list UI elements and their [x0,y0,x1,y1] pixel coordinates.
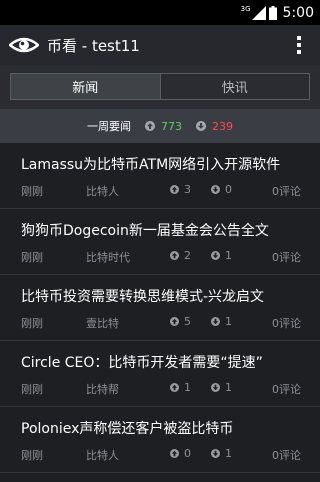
downvote-group[interactable]: 1 [211,315,232,328]
list-item[interactable]: Lamassu为比特币ATM网络引入开源软件 刚刚 比特人 3 0 0评论 [0,143,320,209]
downvote-count: 1 [225,315,232,328]
article-title: Lamassu为比特币ATM网络引入开源软件 [21,157,281,173]
downvote-count: 1 [225,381,232,394]
article-title: 狗狗币Dogecoin新一届基金会公告全文 [21,223,269,239]
arrow-down-circle-icon [211,383,220,392]
signal-icon [251,5,266,20]
list-item[interactable]: 比特币投资需要转换思维模式-兴龙启文 刚刚 壹比特 5 1 0评论 [0,275,320,341]
article-title: Poloniex声称偿还客户被盗比特币 [21,421,234,437]
comment-count[interactable]: 0评论 [272,447,301,463]
comment-count[interactable]: 0评论 [272,183,301,199]
upvote-group[interactable]: 3 [170,183,191,196]
arrow-down-circle-icon [211,449,220,458]
list-item[interactable]: 狗狗币Dogecoin新一届基金会公告全文 刚刚 比特时代 2 1 0评论 [0,209,320,275]
article-meta: 刚刚 比特人 3 0 0评论 [21,183,301,199]
arrow-up-circle-icon [170,449,179,458]
weekly-up-count: 773 [161,119,182,133]
comment-count[interactable]: 0评论 [272,249,301,265]
app-title: 币看 - test11 [47,36,140,55]
upvote-count: 0 [184,447,191,460]
eye-logo-icon[interactable] [9,34,39,56]
article-time: 刚刚 [21,383,43,396]
article-meta: 刚刚 比特帮 1 1 0评论 [21,381,301,397]
arrow-down-circle-icon [211,185,220,194]
weekly-summary-bar[interactable]: 一周要闻 773 239 [0,109,320,143]
downvote-count: 1 [225,447,232,460]
news-list: Lamassu为比特币ATM网络引入开源软件 刚刚 比特人 3 0 0评论 狗狗… [0,143,320,473]
upvote-group[interactable]: 5 [170,315,191,328]
tab-flash[interactable]: 快讯 [161,74,310,99]
downvote-group[interactable]: 1 [211,381,232,394]
comment-count[interactable]: 0评论 [272,381,301,397]
overflow-menu-icon[interactable] [296,36,302,54]
article-source: 比特人 [86,449,119,462]
arrow-down-circle-icon [196,121,206,131]
article-title: Circle CEO：比特币开发者需要“提速” [21,355,263,371]
article-source: 比特人 [86,185,119,198]
upvote-count: 1 [184,381,191,394]
article-time: 刚刚 [21,449,43,462]
action-bar: 币看 - test11 [0,25,320,65]
tab-news[interactable]: 新闻 [11,74,161,99]
weekly-label: 一周要闻 [87,120,131,133]
downvote-group[interactable]: 1 [211,249,232,262]
arrow-down-circle-icon [211,251,220,260]
downvote-group[interactable]: 1 [211,447,232,460]
upvote-count: 3 [184,183,191,196]
article-source: 壹比特 [86,317,119,330]
downvote-count: 0 [225,183,232,196]
weekly-down-count: 239 [212,119,233,133]
arrow-up-circle-icon [170,317,179,326]
network-type: 3G [240,5,251,13]
list-item[interactable]: Circle CEO：比特币开发者需要“提速” 刚刚 比特帮 1 1 0评论 [0,341,320,407]
battery-icon [268,5,277,20]
arrow-up-circle-icon [170,251,179,260]
article-source: 比特时代 [86,251,130,264]
arrow-down-circle-icon [211,317,220,326]
status-bar: 3G 5:00 [0,0,320,25]
article-meta: 刚刚 壹比特 5 1 0评论 [21,315,301,331]
status-clock: 5:00 [282,4,314,21]
arrow-up-circle-icon [145,121,155,131]
tab-bar: 新闻 快讯 [0,65,320,109]
segmented-tabs: 新闻 快讯 [10,73,310,100]
list-item[interactable]: Poloniex声称偿还客户被盗比特币 刚刚 比特人 0 1 0评论 [0,407,320,473]
comment-count[interactable]: 0评论 [272,315,301,331]
downvote-group[interactable]: 0 [211,183,232,196]
upvote-group[interactable]: 2 [170,249,191,262]
upvote-count: 2 [184,249,191,262]
article-source: 比特帮 [86,383,119,396]
article-time: 刚刚 [21,317,43,330]
article-time: 刚刚 [21,185,43,198]
upvote-group[interactable]: 1 [170,381,191,394]
article-meta: 刚刚 比特时代 2 1 0评论 [21,249,301,265]
article-meta: 刚刚 比特人 0 1 0评论 [21,447,301,463]
arrow-up-circle-icon [170,383,179,392]
downvote-count: 1 [225,249,232,262]
upvote-count: 5 [184,315,191,328]
upvote-group[interactable]: 0 [170,447,191,460]
arrow-up-circle-icon [170,185,179,194]
article-title: 比特币投资需要转换思维模式-兴龙启文 [21,289,265,305]
article-time: 刚刚 [21,251,43,264]
